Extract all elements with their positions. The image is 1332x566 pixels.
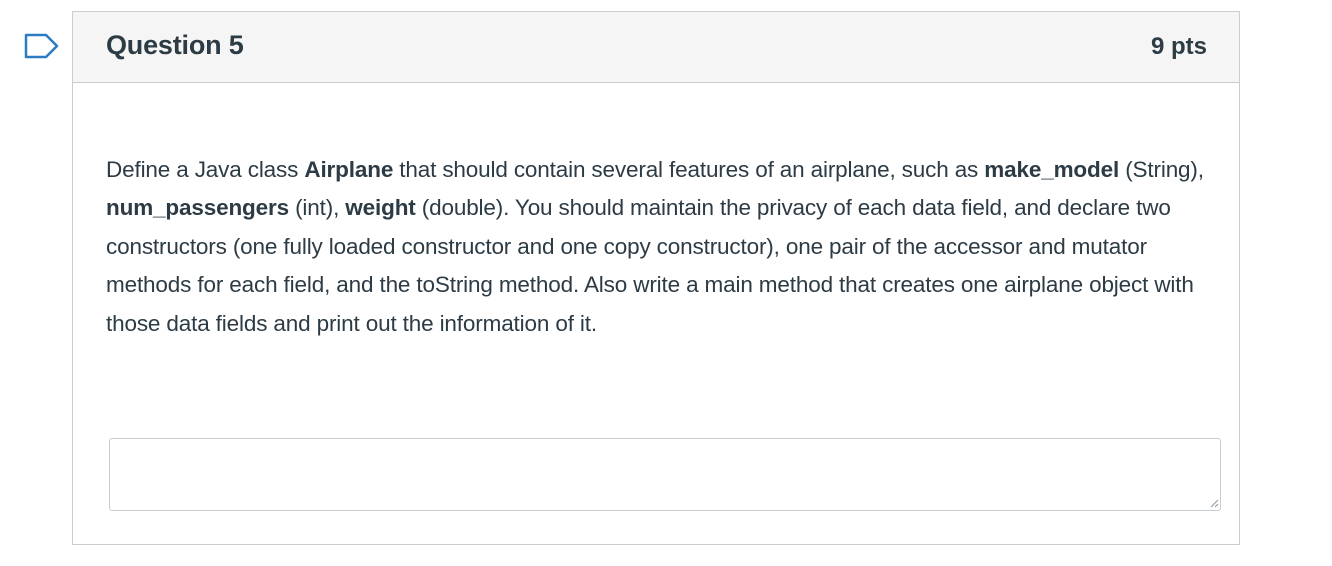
question-text-bold-field: weight	[345, 195, 416, 221]
question-text-bold-field: make_model	[984, 157, 1120, 182]
question-text: Define a Java class Airplane that should…	[106, 151, 1216, 343]
resize-grip-icon[interactable]	[1210, 499, 1219, 508]
question-card: Question 5 9 pts Define a Java class Air…	[72, 11, 1240, 545]
question-points: 9 pts	[1150, 33, 1207, 60]
question-text-part: Define a Java class	[106, 157, 305, 182]
question-title: Question 5	[106, 30, 244, 60]
question-text-part: (int),	[288, 195, 346, 221]
question-text-bold-class: Airplane	[304, 157, 394, 182]
question-header: Question 5 9 pts	[73, 12, 1239, 83]
answer-textarea[interactable]	[109, 438, 1221, 511]
question-text-part: (String),	[1119, 157, 1204, 182]
question-text-part: that should contain several features of …	[393, 157, 985, 182]
flag-question-icon[interactable]	[24, 33, 60, 59]
question-text-bold-field: num_passengers	[106, 195, 289, 221]
